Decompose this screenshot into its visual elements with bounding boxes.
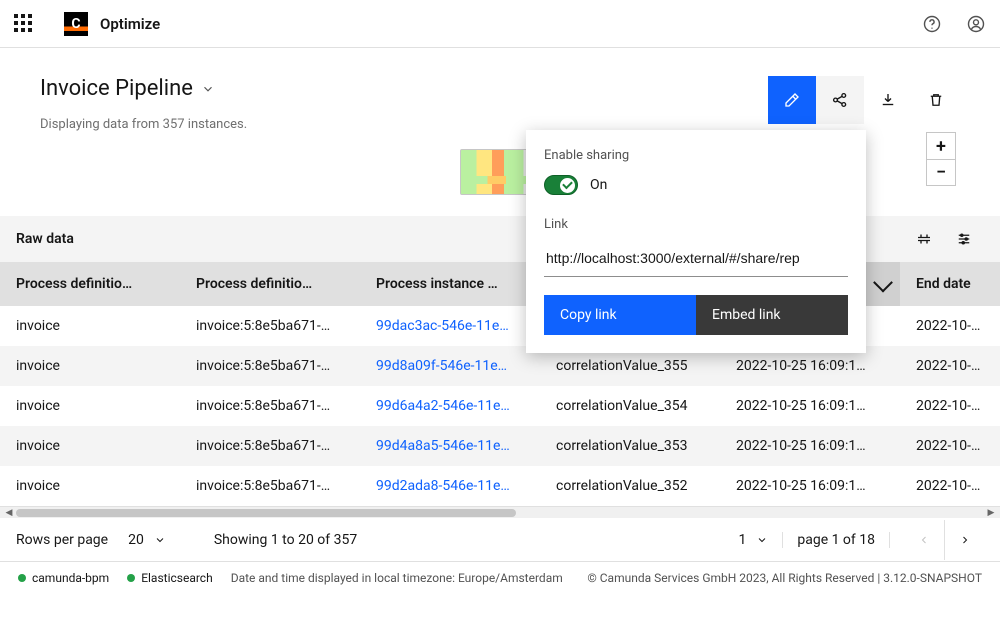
- zoom-out-button[interactable]: −: [927, 159, 955, 185]
- share-link-label: Link: [544, 217, 848, 232]
- col-process-definition-name[interactable]: Process definitio…: [180, 262, 360, 306]
- table-cell: 2022-10-25: [900, 466, 1000, 506]
- col-process-instance-id[interactable]: Process instance …: [360, 262, 540, 306]
- table-cell: invoice:5:8e5ba671-…: [180, 306, 360, 346]
- embed-link-button[interactable]: Embed link: [696, 295, 848, 335]
- delete-button[interactable]: [912, 76, 960, 124]
- table-cell: invoice: [0, 426, 180, 466]
- top-bar: C Optimize: [0, 0, 1000, 48]
- sharing-toggle-state: On: [590, 177, 607, 193]
- table-cell: invoice: [0, 306, 180, 346]
- table-cell: invoice:5:8e5ba671-…: [180, 426, 360, 466]
- sharing-popover: Enable sharing On Link Copy link Embed l…: [526, 130, 866, 353]
- next-page-button[interactable]: [944, 520, 984, 560]
- scroll-left-icon[interactable]: ◀: [2, 506, 16, 520]
- prev-page-button[interactable]: [904, 520, 944, 560]
- status-elasticsearch: Elasticsearch: [127, 571, 213, 585]
- copy-link-button[interactable]: Copy link: [544, 295, 696, 335]
- enable-sharing-label: Enable sharing: [544, 148, 848, 163]
- zoom-in-button[interactable]: +: [927, 133, 955, 159]
- page-of-label: page 1 of 18: [797, 532, 890, 548]
- table-cell: invoice:5:8e5ba671-…: [180, 466, 360, 506]
- pagination-bar: Rows per page 20 Showing 1 to 20 of 357 …: [0, 518, 1000, 562]
- horizontal-scrollbar[interactable]: ◀ ▶: [0, 506, 1000, 518]
- rows-per-page-value: 20: [128, 532, 144, 548]
- current-page: 1: [738, 532, 746, 548]
- help-icon[interactable]: [922, 14, 942, 34]
- status-engine: camunda-bpm: [18, 571, 109, 585]
- download-button[interactable]: [864, 76, 912, 124]
- zoom-controls: + −: [926, 132, 956, 186]
- scroll-right-icon[interactable]: ▶: [984, 506, 998, 520]
- table-cell: 2022-10-25 16:09:1…: [720, 426, 900, 466]
- table-cell: 99d4a8a5-546e-11e…: [360, 426, 540, 466]
- table-cell: 2022-10-25: [900, 426, 1000, 466]
- table-cell: invoice:5:8e5ba671-…: [180, 346, 360, 386]
- table-cell: invoice:5:8e5ba671-…: [180, 386, 360, 426]
- section-label: Raw data: [16, 231, 74, 247]
- report-title-dropdown[interactable]: Invoice Pipeline: [40, 76, 247, 101]
- report-header: Invoice Pipeline Displaying data from 35…: [0, 48, 1000, 132]
- edit-button[interactable]: [768, 76, 816, 124]
- table-cell: 99d6a4a2-546e-11e…: [360, 386, 540, 426]
- table-cell: correlationValue_352: [540, 466, 720, 506]
- table-cell: correlationValue_354: [540, 386, 720, 426]
- user-icon[interactable]: [966, 14, 986, 34]
- table-cell: 2022-10-25 16:09:1…: [720, 466, 900, 506]
- product-logo: C: [64, 12, 88, 36]
- rows-per-page-label: Rows per page: [16, 532, 108, 548]
- settings-icon[interactable]: [944, 219, 984, 259]
- table-cell: 2022-10-25: [900, 386, 1000, 426]
- columns-config-icon[interactable]: [904, 219, 944, 259]
- share-link-input[interactable]: [544, 242, 848, 277]
- table-cell: invoice: [0, 386, 180, 426]
- report-subtitle: Displaying data from 357 instances.: [40, 117, 247, 132]
- status-timezone: Date and time displayed in local timezon…: [231, 571, 563, 585]
- col-process-definition-key[interactable]: Process definitio…: [0, 262, 180, 306]
- table-cell: invoice: [0, 346, 180, 386]
- table-cell: 99dac3ac-546e-11e…: [360, 306, 540, 346]
- table-cell: 99d2ada8-546e-11e…: [360, 466, 540, 506]
- table-cell: 2022-10-25: [900, 346, 1000, 386]
- status-copyright: © Camunda Services GmbH 2023, All Rights…: [587, 571, 982, 585]
- product-name: Optimize: [100, 15, 160, 33]
- table-cell: invoice: [0, 466, 180, 506]
- table-row[interactable]: invoiceinvoice:5:8e5ba671-…99d4a8a5-546e…: [0, 426, 1000, 466]
- report-title: Invoice Pipeline: [40, 76, 193, 101]
- col-end-date[interactable]: End date: [900, 262, 1000, 306]
- table-cell: 2022-10-25 16:09:1…: [720, 386, 900, 426]
- showing-range-label: Showing 1 to 20 of 357: [214, 532, 357, 548]
- table-cell: correlationValue_353: [540, 426, 720, 466]
- table-row[interactable]: invoiceinvoice:5:8e5ba671-…99d2ada8-546e…: [0, 466, 1000, 506]
- table-cell: 2022-10-25: [900, 306, 1000, 346]
- table-row[interactable]: invoiceinvoice:5:8e5ba671-…99d6a4a2-546e…: [0, 386, 1000, 426]
- app-switcher-icon[interactable]: [14, 14, 34, 34]
- sharing-toggle[interactable]: [544, 175, 578, 195]
- status-bar: camunda-bpm Elasticsearch Date and time …: [0, 562, 1000, 594]
- share-button[interactable]: [816, 76, 864, 124]
- chevron-down-icon: [201, 82, 215, 96]
- page-number-select[interactable]: 1: [738, 532, 783, 548]
- rows-per-page-select[interactable]: 20: [120, 528, 174, 552]
- table-cell: 99d8a09f-546e-11e…: [360, 346, 540, 386]
